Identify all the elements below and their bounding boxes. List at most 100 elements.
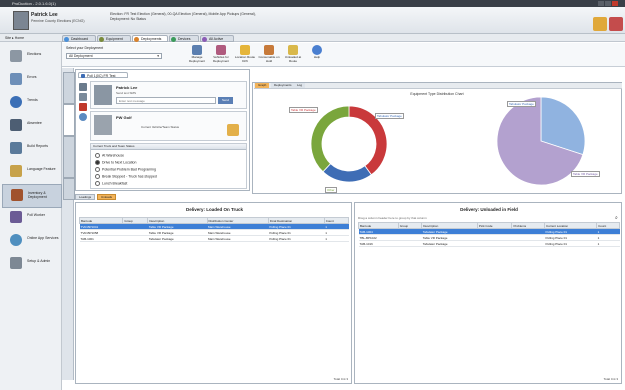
route-drift-button[interactable]: Location Route Drift — [234, 45, 256, 65]
sidebar-item-elections[interactable]: Elections — [2, 46, 60, 68]
loaded-grid-title: Delivery: Loaded On Truck — [185, 207, 244, 212]
vtab-team[interactable] — [63, 136, 75, 178]
contact-avatar — [94, 85, 112, 105]
maximize-button[interactable] — [605, 1, 611, 6]
window-title: ProDuction - 2.0.1.6.0(1) — [12, 1, 56, 6]
deployment-select[interactable]: All Deployment ▾ — [66, 53, 162, 59]
vehicle-status: Current Vehicle/Team Status — [141, 125, 180, 129]
poll-icon — [81, 74, 85, 78]
pie2-label-0: Tabulator Package — [507, 101, 536, 107]
edit-icon[interactable] — [79, 93, 87, 101]
notifications-icon[interactable] — [593, 17, 607, 31]
loaded-table: Barcode Group Description Distribution C… — [78, 217, 350, 242]
gear-icon — [10, 257, 22, 269]
tab-unloads[interactable]: Unloads — [97, 194, 117, 200]
vtab-details[interactable] — [63, 104, 75, 136]
avatar — [13, 11, 29, 30]
pie-slice-other[interactable] — [310, 105, 350, 173]
tab-devices[interactable]: Devices — [169, 35, 199, 42]
ribbon: Select your Deployment All Deployment ▾ M… — [62, 43, 625, 67]
chart-panel: Graph Deployments Log Equipment Type Dis… — [252, 82, 622, 194]
sidebar-item-language[interactable]: Language Feature — [2, 161, 60, 183]
sidebar-item-absentee[interactable]: Absentee — [2, 115, 60, 137]
vehicle-icon — [216, 45, 226, 55]
election-info: Election: FR Test Election (General), 00… — [110, 12, 310, 22]
tab-deployments-log[interactable]: Deployments — [271, 83, 295, 88]
trends-icon — [10, 96, 22, 108]
message-input[interactable] — [116, 97, 216, 104]
status-icon[interactable] — [227, 124, 239, 136]
warning-icon — [240, 45, 250, 55]
status-radio[interactable]: Potential Problem Bad Programing — [95, 167, 156, 172]
elections-icon — [10, 50, 22, 62]
table-row[interactable]: TAB-1016 Tabulator Package Polling Place 0… — [358, 240, 620, 247]
sidebar-item-label: Language Feature — [27, 167, 56, 171]
status-radio[interactable]: Break Stopped - Truck has stopped — [95, 174, 157, 179]
minimize-button[interactable] — [598, 1, 604, 6]
sidebar-item-trends[interactable]: Trends — [2, 92, 60, 114]
pie1-label-2: Other — [325, 187, 337, 193]
vtab-log[interactable] — [63, 178, 75, 200]
search-icon[interactable]: ⌕ — [615, 215, 618, 221]
user-name: Patrick Lee — [31, 12, 58, 18]
sidebar-item-label: Absentee — [27, 121, 42, 125]
vertical-tabs — [62, 68, 75, 380]
detail-panel: Poll 1(0C) FR Test Patrick Lee Send text… — [75, 69, 250, 191]
unloaded-button[interactable]: Unloaded at Route — [282, 45, 304, 65]
loaded-total: Total Cnt 3 — [333, 377, 348, 381]
bottom-tabs: Loadings Unloads — [75, 194, 135, 201]
send-button[interactable]: Send — [218, 97, 233, 104]
sidebar-item-inventory[interactable]: Inventory & Deployment — [2, 184, 62, 208]
tab-poll-detail[interactable]: Poll 1(0C) FR Test — [78, 72, 128, 78]
tab-dashboard[interactable]: Dashboard — [62, 35, 96, 42]
contact-sub: Send text SMS — [116, 91, 137, 95]
dashboard-icon — [64, 37, 69, 42]
pin-icon[interactable] — [79, 83, 87, 91]
device-icon — [171, 37, 176, 42]
pie-slice-tabulator-package[interactable] — [322, 163, 372, 183]
tab-deployments[interactable]: Deployments — [132, 35, 168, 42]
sidebar-item-errors[interactable]: Errors — [2, 69, 60, 91]
exit-icon[interactable] — [609, 17, 623, 31]
deployment-label: Select your Deployment — [66, 46, 104, 50]
vehicles-button[interactable]: Vehicles for Deployment — [210, 45, 232, 65]
refresh-icon[interactable] — [79, 113, 87, 121]
close-button[interactable] — [612, 1, 618, 6]
unloaded-grid-panel: Delivery: Unloaded in Field Drag a colum… — [354, 202, 622, 384]
sidebar-item-poll-worker[interactable]: Poll Worker — [2, 207, 60, 229]
loaded-grid-panel: Delivery: Loaded On Truck Barcode Group … — [75, 202, 352, 384]
errors-icon — [10, 73, 22, 85]
truck-icon — [134, 37, 139, 42]
box-icon — [264, 45, 274, 55]
manage-deployment-button[interactable]: Manage Deployment — [186, 45, 208, 65]
tab-loadings[interactable]: Loadings — [75, 194, 96, 200]
status-radio[interactable]: Lunch Breakfast — [95, 181, 127, 186]
sidebar-item-label: Elections — [27, 52, 42, 56]
tab-log[interactable]: Log — [294, 83, 306, 88]
tab-graph[interactable]: Graph — [255, 83, 270, 88]
consumable-button[interactable]: Consumable on Hold — [258, 45, 280, 65]
truck-status-group: Current Truck and Team Status At Warehou… — [90, 143, 247, 189]
sidebar-item-build-reports[interactable]: Build Reports — [2, 138, 60, 160]
sidebar-item-online-services[interactable]: Online App Services — [2, 230, 60, 252]
group-hint: Drag a column header here to group by th… — [358, 216, 427, 220]
tab-equipment[interactable]: Equipment — [97, 35, 131, 42]
pie2-label-1: Table VR Package — [571, 171, 600, 177]
sidebar-item-label: Setup & Admin — [27, 259, 51, 263]
vtab-map[interactable] — [63, 72, 75, 104]
poll-worker-icon — [10, 211, 22, 223]
sidebar: Elections Errors Trends Absentee Build R… — [0, 42, 62, 390]
help-button[interactable]: Help — [306, 45, 328, 65]
pie1-label-1: Tabulator Package — [375, 113, 404, 119]
status-radio[interactable]: At Warehouse — [95, 153, 124, 158]
vehicle-card: PW Golf Current Vehicle/Team Status — [90, 111, 247, 141]
equipment-icon — [99, 37, 104, 42]
sidebar-item-setup[interactable]: Setup & Admin — [2, 253, 60, 275]
tab-all-active[interactable]: All Active — [200, 35, 234, 42]
delete-icon[interactable] — [79, 103, 87, 111]
contact-card: Patrick Lee Send text SMS Send — [90, 81, 247, 109]
breadcrumb[interactable]: Site ▸ Home — [5, 36, 24, 40]
unloaded-total: Total Cnt 3 — [603, 377, 618, 381]
status-radio[interactable]: Drive to Next Location — [95, 160, 136, 165]
table-row[interactable]: TAB-1001 Tabulator Package Main Warehouse P… — [79, 235, 349, 242]
